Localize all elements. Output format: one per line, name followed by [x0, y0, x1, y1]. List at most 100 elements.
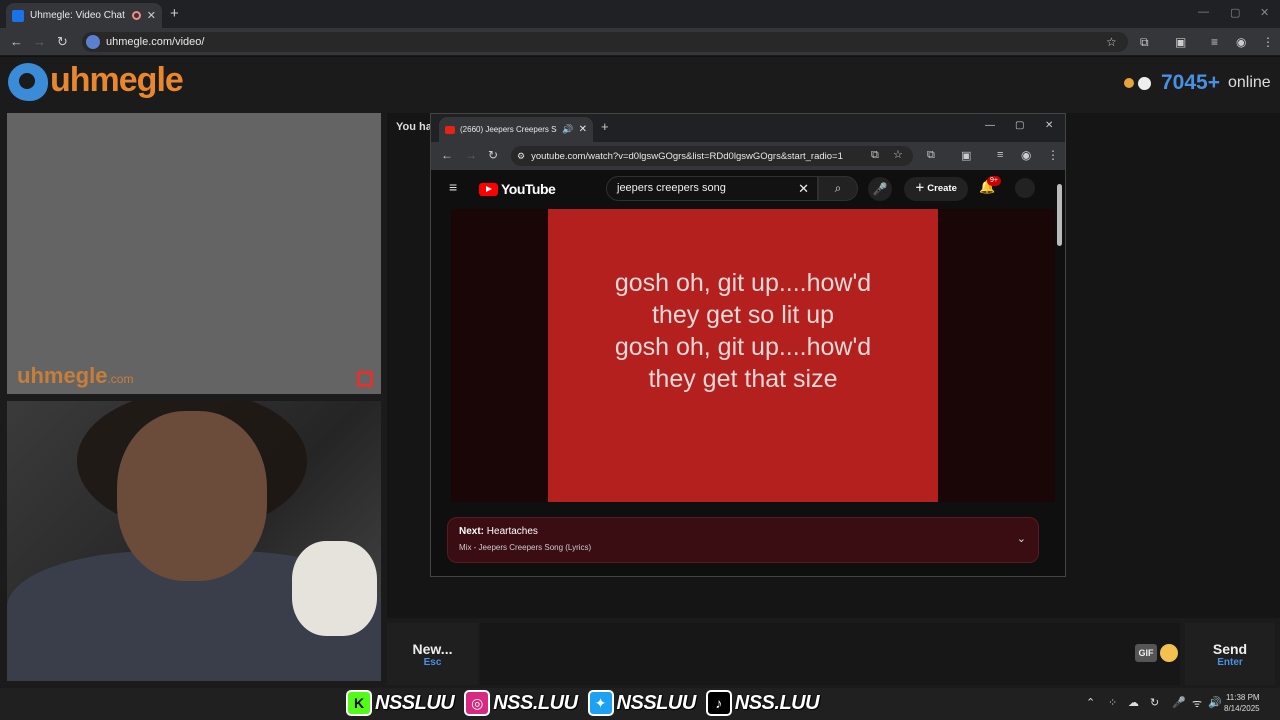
- send-label: Send: [1212, 640, 1248, 657]
- video-frame[interactable]: gosh oh, git up....how'd they get so lit…: [548, 209, 938, 502]
- account-avatar[interactable]: [1015, 178, 1035, 198]
- create-button[interactable]: ＋ Create: [904, 177, 968, 201]
- media-queue-icon[interactable]: ≡: [997, 149, 1003, 161]
- video-watermark: uhmegle.com: [17, 363, 134, 388]
- back-icon[interactable]: ←: [10, 34, 23, 49]
- new-tab-button[interactable]: +: [170, 5, 179, 22]
- new-label: New...: [412, 640, 453, 657]
- kick-handle: NSSLUU: [375, 691, 455, 714]
- tray-app-icon[interactable]: ⁘: [1108, 696, 1117, 709]
- sync-icon[interactable]: ↻: [1150, 696, 1159, 709]
- online-count: 7045+: [1161, 71, 1220, 94]
- clock-time: 11:38 PM: [1225, 693, 1260, 702]
- taskbar: K NSSLUU ◎ NSS.LUU ✦ NSSLUU ♪ NSS.LUU ⌃ …: [0, 688, 1280, 720]
- youtube-play-icon: [479, 182, 498, 196]
- yt-browser-tab[interactable]: (2660) Jeepers Creepers So… 🔊 ✕: [439, 117, 593, 142]
- youtube-search-input[interactable]: jeepers creepers song ✕: [606, 176, 818, 201]
- wifi-icon[interactable]: ᯤ: [1192, 696, 1202, 711]
- tab-title: Uhmegle: Video Chat | Om…: [30, 10, 126, 21]
- status-dot-icon: [1124, 78, 1134, 88]
- bookmark-star-icon[interactable]: ☆: [1106, 35, 1117, 49]
- instagram-icon: ◎: [464, 690, 491, 716]
- yt-scrollbar[interactable]: [1055, 174, 1065, 574]
- forward-icon[interactable]: →: [33, 34, 46, 49]
- tiktok-handle: NSS.LUU: [734, 691, 820, 714]
- reload-icon[interactable]: ↻: [57, 34, 68, 50]
- menu-kebab-icon[interactable]: ⋮: [1047, 148, 1059, 162]
- extensions-icon[interactable]: ⧉: [927, 149, 935, 162]
- search-icon[interactable]: ⌕: [818, 176, 858, 201]
- youtube-header: ≡ YouTube jeepers creepers song ✕ ⌕ 🎤 ＋ …: [431, 170, 1051, 208]
- maximize-button[interactable]: ▢: [1015, 120, 1024, 131]
- back-icon[interactable]: ←: [441, 148, 453, 162]
- chevron-down-icon[interactable]: ⌄: [1017, 532, 1026, 545]
- emoji-icon[interactable]: [1160, 644, 1178, 662]
- browser-tab-bar: Uhmegle: Video Chat | Om… ✕ + — ▢ ✕: [0, 0, 1280, 28]
- profile-avatar-icon[interactable]: ◉: [1021, 148, 1031, 162]
- tray-chevron-icon[interactable]: ⌃: [1086, 696, 1095, 709]
- theme-toggle-icon[interactable]: [1138, 76, 1151, 90]
- close-tab-icon[interactable]: ✕: [579, 124, 587, 135]
- youtube-logo[interactable]: YouTube: [479, 181, 556, 197]
- gif-button[interactable]: GIF: [1135, 644, 1157, 662]
- yt-address-toolbar: ← → ↻ ⚙ youtube.com/watch?v=d0lgswGOgrs&…: [431, 142, 1065, 170]
- maximize-button[interactable]: ▢: [1230, 6, 1240, 19]
- close-tab-icon[interactable]: ✕: [147, 9, 156, 22]
- plus-icon: ＋: [915, 183, 928, 194]
- new-shortcut: Esc: [423, 656, 442, 668]
- message-input[interactable]: [480, 623, 1180, 685]
- site-info-icon[interactable]: ⚙: [517, 151, 525, 162]
- cup-shape: [292, 541, 377, 636]
- face-shape: [117, 411, 267, 581]
- next-subtitle: Mix - Jeepers Creepers Song (Lyrics): [459, 543, 592, 552]
- url-bar[interactable]: uhmegle.com/video/: [82, 32, 1128, 52]
- sidepanel-icon[interactable]: ▣: [961, 149, 971, 162]
- profile-avatar-icon[interactable]: ◉: [1236, 35, 1246, 49]
- close-window-button[interactable]: ✕: [1260, 6, 1269, 19]
- lyric-line: they get so lit up: [651, 300, 835, 329]
- site-info-icon[interactable]: [86, 35, 100, 49]
- yt-tab-title: (2660) Jeepers Creepers So…: [460, 125, 557, 134]
- browser-tab[interactable]: Uhmegle: Video Chat | Om… ✕: [6, 3, 162, 28]
- yt-tab-bar: (2660) Jeepers Creepers So… 🔊 ✕ + — ▢ ✕: [431, 114, 1065, 142]
- url-text: uhmegle.com/video/: [106, 36, 205, 48]
- youtube-logo-text: YouTube: [501, 181, 556, 197]
- site-logo-text[interactable]: uhmegle: [50, 61, 184, 100]
- send-button[interactable]: Send Enter: [1185, 623, 1275, 685]
- forward-icon[interactable]: →: [465, 148, 477, 162]
- install-app-icon[interactable]: ⧉: [871, 149, 879, 162]
- new-chat-button[interactable]: New... Esc: [387, 623, 478, 685]
- next-prefix: Next:: [459, 526, 485, 537]
- reload-icon[interactable]: ↻: [488, 148, 498, 162]
- yt-url-text: youtube.com/watch?v=d0lgswGOgrs&list=RDd…: [531, 150, 843, 162]
- scrollbar-thumb[interactable]: [1057, 184, 1062, 246]
- sidepanel-icon[interactable]: ▣: [1175, 35, 1186, 49]
- minimize-button[interactable]: —: [1198, 6, 1209, 18]
- microphone-icon[interactable]: 🎤: [1172, 696, 1186, 709]
- clear-search-icon[interactable]: ✕: [798, 177, 809, 200]
- uhmegle-logo-icon[interactable]: [8, 63, 48, 101]
- online-counter: 7045+ online: [1124, 71, 1271, 95]
- close-window-button[interactable]: ✕: [1045, 120, 1053, 131]
- new-tab-button[interactable]: +: [601, 119, 609, 134]
- instagram-handle: NSS.LUU: [493, 691, 578, 714]
- send-shortcut: Enter: [1217, 656, 1243, 668]
- extensions-icon[interactable]: ⧉: [1140, 35, 1149, 50]
- system-clock[interactable]: 11:38 PM 8/14/2025: [1224, 692, 1260, 714]
- twitter-handle: NSSLUU: [616, 691, 697, 714]
- onedrive-cloud-icon[interactable]: ☁: [1128, 696, 1139, 709]
- site-favicon-icon: [12, 9, 24, 22]
- up-next-panel[interactable]: Next: Heartaches Mix - Jeepers Creepers …: [447, 517, 1039, 563]
- bookmark-star-icon[interactable]: ☆: [893, 148, 903, 161]
- voice-search-icon[interactable]: 🎤: [868, 177, 892, 201]
- hamburger-menu-icon[interactable]: ≡: [449, 179, 457, 195]
- media-queue-icon[interactable]: ≡: [1211, 35, 1218, 49]
- menu-kebab-icon[interactable]: ⋮: [1262, 35, 1274, 49]
- search-value: jeepers creepers song: [617, 182, 726, 194]
- minimize-button[interactable]: —: [985, 120, 995, 131]
- report-flag-icon[interactable]: [357, 371, 373, 387]
- social-overlay: K NSSLUU ◎ NSS.LUU ✦ NSSLUU ♪ NSS.LUU: [346, 690, 820, 716]
- volume-icon[interactable]: 🔊: [1208, 696, 1222, 709]
- yt-url-bar[interactable]: ⚙ youtube.com/watch?v=d0lgswGOgrs&list=R…: [511, 146, 913, 166]
- speaker-icon[interactable]: 🔊: [562, 124, 573, 135]
